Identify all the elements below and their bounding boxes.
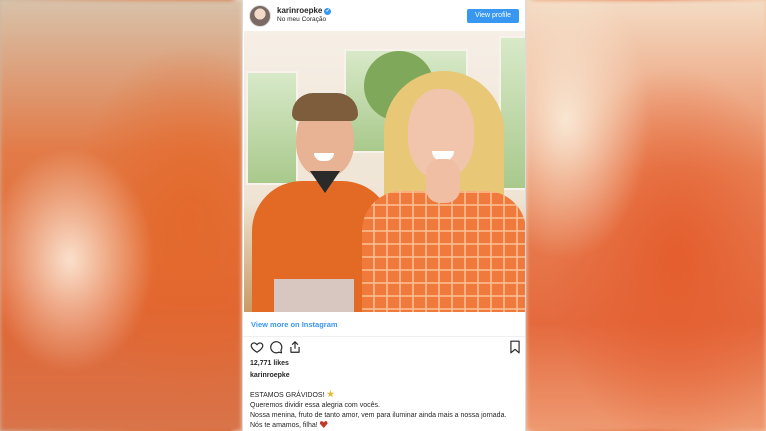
action-bar xyxy=(250,340,522,356)
caption-line: Queremos dividir essa alegria com vocês. xyxy=(250,402,380,409)
instagram-embed-card: karinroepke ✓ No meu Coração View profil… xyxy=(242,0,526,431)
man-pants xyxy=(274,279,354,312)
post-photo[interactable] xyxy=(244,31,525,312)
view-profile-button[interactable]: View profile xyxy=(467,8,519,23)
star-emoji xyxy=(326,390,335,398)
share-icon[interactable] xyxy=(288,340,302,354)
woman-hand xyxy=(426,159,460,203)
blurred-background-right xyxy=(526,0,766,431)
likes-count[interactable]: 12,771 likes xyxy=(250,360,289,367)
bookmark-icon[interactable] xyxy=(508,340,522,354)
username[interactable]: karinroepke xyxy=(277,7,322,15)
avatar[interactable] xyxy=(249,4,271,27)
window-left xyxy=(246,71,298,185)
woman-plaid-pattern xyxy=(362,191,525,312)
heart-icon[interactable] xyxy=(250,340,264,354)
post-author-info: karinroepke ✓ No meu Coração xyxy=(277,7,467,24)
verified-badge-icon: ✓ xyxy=(324,7,332,15)
view-more-link[interactable]: View more on Instagram xyxy=(243,312,525,337)
comment-icon[interactable] xyxy=(269,340,283,354)
username-row: karinroepke ✓ xyxy=(277,7,467,15)
caption-author[interactable]: karinroepke xyxy=(250,372,290,379)
caption-line: Nós te amamos, filha! xyxy=(250,421,522,431)
man-hair xyxy=(292,93,358,121)
post-header: karinroepke ✓ No meu Coração View profil… xyxy=(243,0,525,31)
location-label[interactable]: No meu Coração xyxy=(277,17,467,24)
caption-line: ESTAMOS GRÁVIDOS! xyxy=(250,390,522,401)
red-heart-emoji xyxy=(319,421,328,428)
post-caption: ESTAMOS GRÁVIDOS! Queremos dividir essa … xyxy=(250,390,522,431)
blurred-background-left xyxy=(0,0,242,431)
caption-line: Nossa menina, fruto de tanto amor, vem p… xyxy=(250,412,507,419)
